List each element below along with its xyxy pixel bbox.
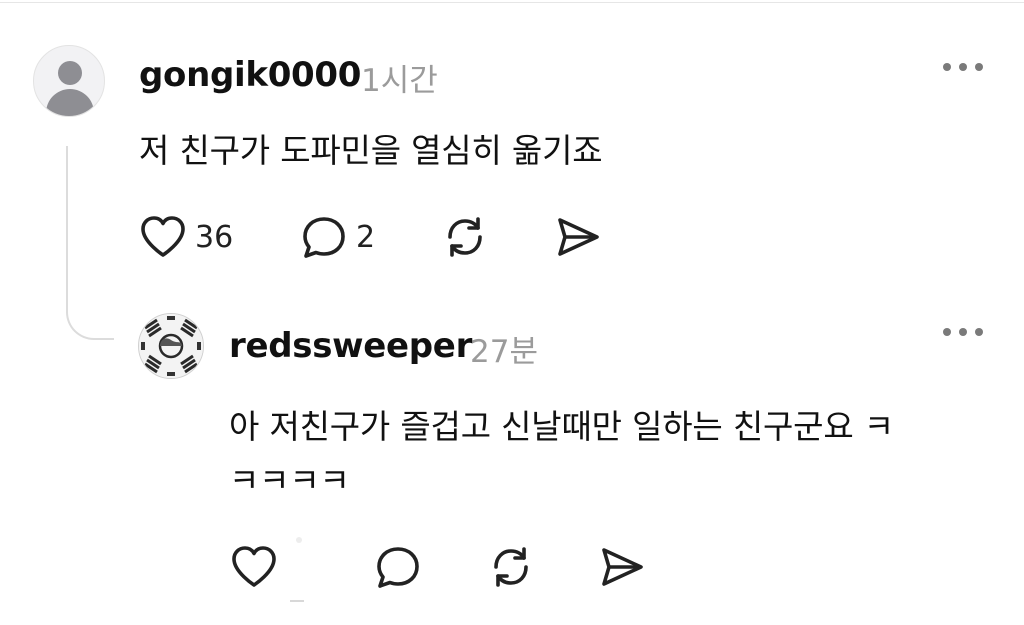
speech-bubble-icon (303, 217, 345, 258)
comment-timestamp: 1시간 (361, 63, 438, 99)
comment-text: 저 친구가 도파민을 열심히 옮기죠 (139, 131, 603, 170)
reply-button[interactable]: 2 (300, 214, 375, 260)
reply-text-line-1: 아 저친구가 즐겁고 신날때만 일하는 친구군요 ㅋ (229, 407, 894, 446)
decorative-mark (290, 600, 304, 602)
share-button[interactable] (554, 214, 602, 260)
more-dots-icon[interactable] (943, 57, 983, 77)
share-button[interactable] (598, 544, 646, 590)
send-icon (602, 548, 643, 586)
heart-icon (232, 546, 276, 587)
avatar[interactable] (33, 45, 105, 117)
like-count: 36 (195, 219, 234, 255)
heart-icon (141, 216, 185, 257)
decorative-dot (296, 537, 302, 543)
like-button[interactable] (230, 544, 278, 590)
reply-timestamp: 27분 (470, 334, 538, 370)
default-avatar-body (46, 89, 94, 116)
comment-username[interactable]: gongik0000 (139, 55, 361, 95)
thread-connector-line (66, 146, 68, 304)
send-icon (558, 218, 599, 256)
repost-button[interactable] (441, 214, 489, 260)
repost-icon (448, 217, 482, 257)
repost-icon (494, 547, 528, 587)
more-dots-icon[interactable] (943, 322, 983, 342)
default-avatar-head (58, 61, 82, 85)
reply-button[interactable] (374, 544, 422, 590)
repost-button[interactable] (487, 544, 535, 590)
like-button[interactable]: 36 (139, 214, 233, 260)
avatar[interactable] (138, 313, 204, 379)
reply-count: 2 (356, 219, 376, 255)
thread-connector-curve (66, 282, 114, 340)
reply-username[interactable]: redssweeper (229, 326, 472, 366)
speech-bubble-icon (377, 547, 419, 588)
divider (0, 2, 1024, 3)
thread-view: gongik0000 1시간 저 친구가 도파민을 열심히 옮기죠 36 2 r… (0, 0, 1024, 625)
patterned-avatar-image (139, 314, 203, 378)
reply-text-line-2: ㅋㅋㅋㅋ (229, 461, 350, 500)
